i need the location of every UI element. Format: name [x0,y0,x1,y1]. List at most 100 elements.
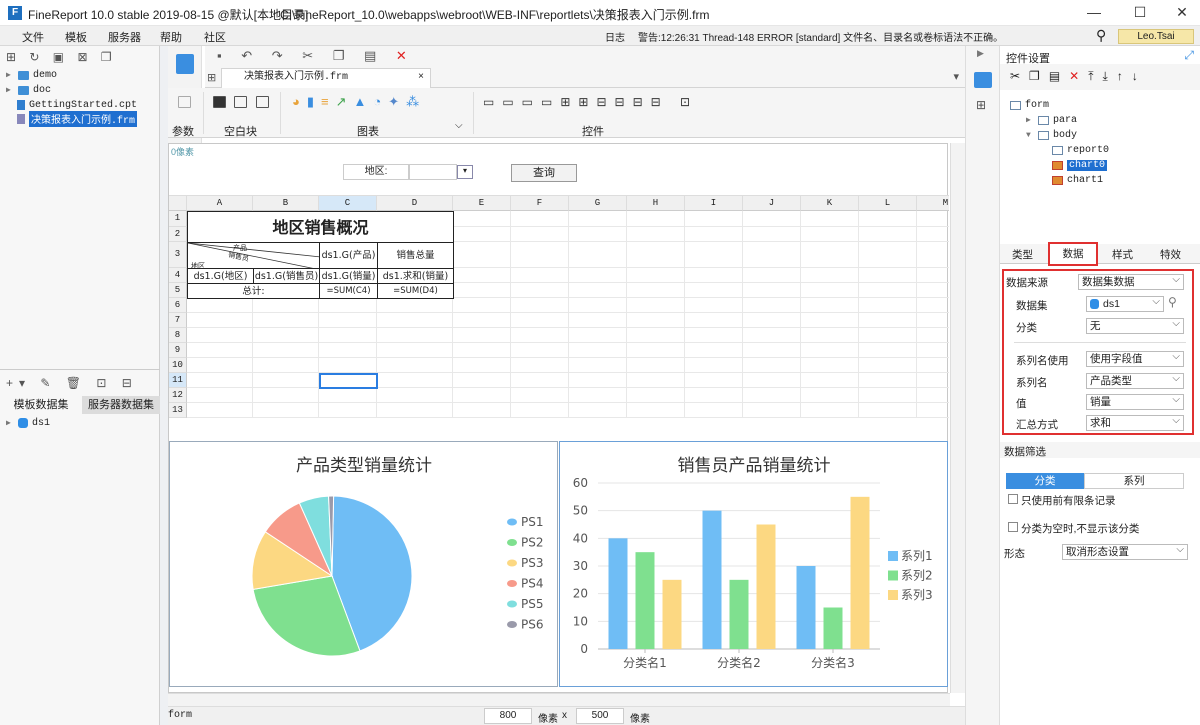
dataset-toolbar-icons[interactable]: +▾ ✎ 🗑 ⊡ ⊟ [6,376,138,390]
grid-cell[interactable] [511,373,569,388]
grid-cell[interactable] [569,358,627,373]
log-link[interactable]: 日志 [605,29,625,44]
grid-cell[interactable] [917,268,949,283]
tree-file-gettingstarted[interactable]: GettingStarted.cpt [17,98,137,112]
grid-cell[interactable] [511,242,569,268]
grid-cell[interactable] [187,328,253,343]
row-header[interactable]: 8 [169,328,187,343]
row-header[interactable]: 11 [169,373,187,388]
bar-系列3-分类名2[interactable] [756,524,776,650]
grid-cell[interactable] [511,358,569,373]
expand-arrow-icon[interactable]: ▶ [1026,115,1034,125]
grid-cell[interactable] [859,227,917,242]
grid-cell[interactable] [801,403,859,418]
layout-icon[interactable]: ⊞ [976,98,986,112]
widget-tree-chart1[interactable]: chart1 [1052,173,1103,187]
grid-cell[interactable] [743,373,801,388]
grid-cell[interactable] [627,298,685,313]
cell-total-label[interactable]: 总计: [187,283,320,299]
bar-系列2-分类名2[interactable] [729,579,749,649]
grid-cell[interactable] [627,358,685,373]
grid-cell[interactable] [685,403,743,418]
grid-cell[interactable] [511,328,569,343]
row-header[interactable]: 4 [169,268,187,283]
dataset-select[interactable]: ds1 [1086,295,1164,312]
grid-cell[interactable] [627,343,685,358]
grid-cell[interactable] [511,343,569,358]
query-button[interactable]: 查询 [511,164,577,182]
grid-cell[interactable] [685,283,743,298]
grid-cell[interactable] [319,298,377,313]
grid-cell[interactable] [377,328,453,343]
panel-splitter[interactable] [160,46,168,725]
grid-cell[interactable] [377,388,453,403]
grid-cell[interactable] [511,298,569,313]
grid-cell[interactable] [453,328,511,343]
column-header[interactable]: M [917,196,949,211]
grid-cell[interactable] [801,388,859,403]
grid-cell[interactable] [569,388,627,403]
form-widget-icon[interactable] [176,54,194,74]
bar-系列1-分类名3[interactable] [796,566,816,649]
grid-cell[interactable] [377,373,453,388]
widget-tree-body[interactable]: ▼ body [1026,128,1077,142]
grid-cell[interactable] [801,283,859,298]
grid-cell[interactable] [453,313,511,328]
grid-cell[interactable] [253,373,319,388]
grid-cell[interactable] [685,298,743,313]
grid-cell[interactable] [859,328,917,343]
tab-server-dataset[interactable]: 服务器数据集 [82,396,160,414]
grid-cell[interactable] [917,343,949,358]
grid-cell[interactable] [627,403,685,418]
column-header[interactable]: L [859,196,917,211]
expand-arrow-icon[interactable]: ▶ [6,85,14,95]
row-header[interactable]: 3 [169,242,187,268]
row-header[interactable]: 7 [169,313,187,328]
value-select[interactable]: 销量 [1086,393,1184,410]
grid-cell[interactable] [743,313,801,328]
grid-cell[interactable] [569,313,627,328]
grid-cell[interactable] [917,227,949,242]
cell-c4[interactable]: ds1.G(销量) [319,268,378,284]
grid-cell[interactable] [917,313,949,328]
grid-cell[interactable] [743,211,801,227]
close-tab-icon[interactable]: × [418,69,424,87]
row-header[interactable]: 2 [169,227,187,242]
warning-message[interactable]: 警告:12:26:31 Thread-148 ERROR [standard] … [638,29,1003,44]
close-button[interactable]: ✕ [1166,2,1198,22]
grid-cell[interactable] [917,373,949,388]
grid-cell[interactable] [743,358,801,373]
search-icon[interactable]: ⚲ [1096,27,1106,44]
grid-cell[interactable] [685,358,743,373]
grid-cell[interactable] [627,373,685,388]
cell-b4[interactable]: ds1.G(销售员) [253,268,320,284]
cell-d4[interactable]: ds1.求和(销量) [377,268,454,284]
bar-系列2-分类名3[interactable] [823,607,843,650]
widget-settings-icon[interactable] [974,72,992,88]
grid-cell[interactable] [685,373,743,388]
grid-cell[interactable] [319,403,377,418]
grid-cell[interactable] [801,268,859,283]
grid-cell[interactable] [187,313,253,328]
dropdown-icon[interactable]: ▾ [457,165,473,179]
widget-tree-report0[interactable]: report0 [1052,143,1109,157]
grid-cell[interactable] [377,403,453,418]
grid-cell[interactable] [859,268,917,283]
row-header[interactable]: 13 [169,403,187,418]
expand-arrow-icon[interactable]: ▼ [1026,131,1034,140]
file-toolbar-icons[interactable]: ⊞ ↻ ▣ ⊠ ❐ [6,50,117,64]
pin-icon[interactable]: ⤢ [1184,48,1194,63]
grid-corner[interactable] [169,196,187,211]
grid-cell[interactable] [627,388,685,403]
grid-cell[interactable] [627,283,685,298]
tab-effect[interactable]: 特效 [1160,247,1181,262]
grid-cell[interactable] [801,298,859,313]
blank-block2-icon[interactable] [234,96,247,108]
grid-cell[interactable] [319,328,377,343]
menu-help[interactable]: 帮助 [160,29,182,45]
grid-cell[interactable] [187,373,253,388]
grid-cell[interactable] [627,227,685,242]
grid-cell[interactable] [569,227,627,242]
grid-cell[interactable] [743,343,801,358]
blank-block3-icon[interactable] [256,96,269,108]
